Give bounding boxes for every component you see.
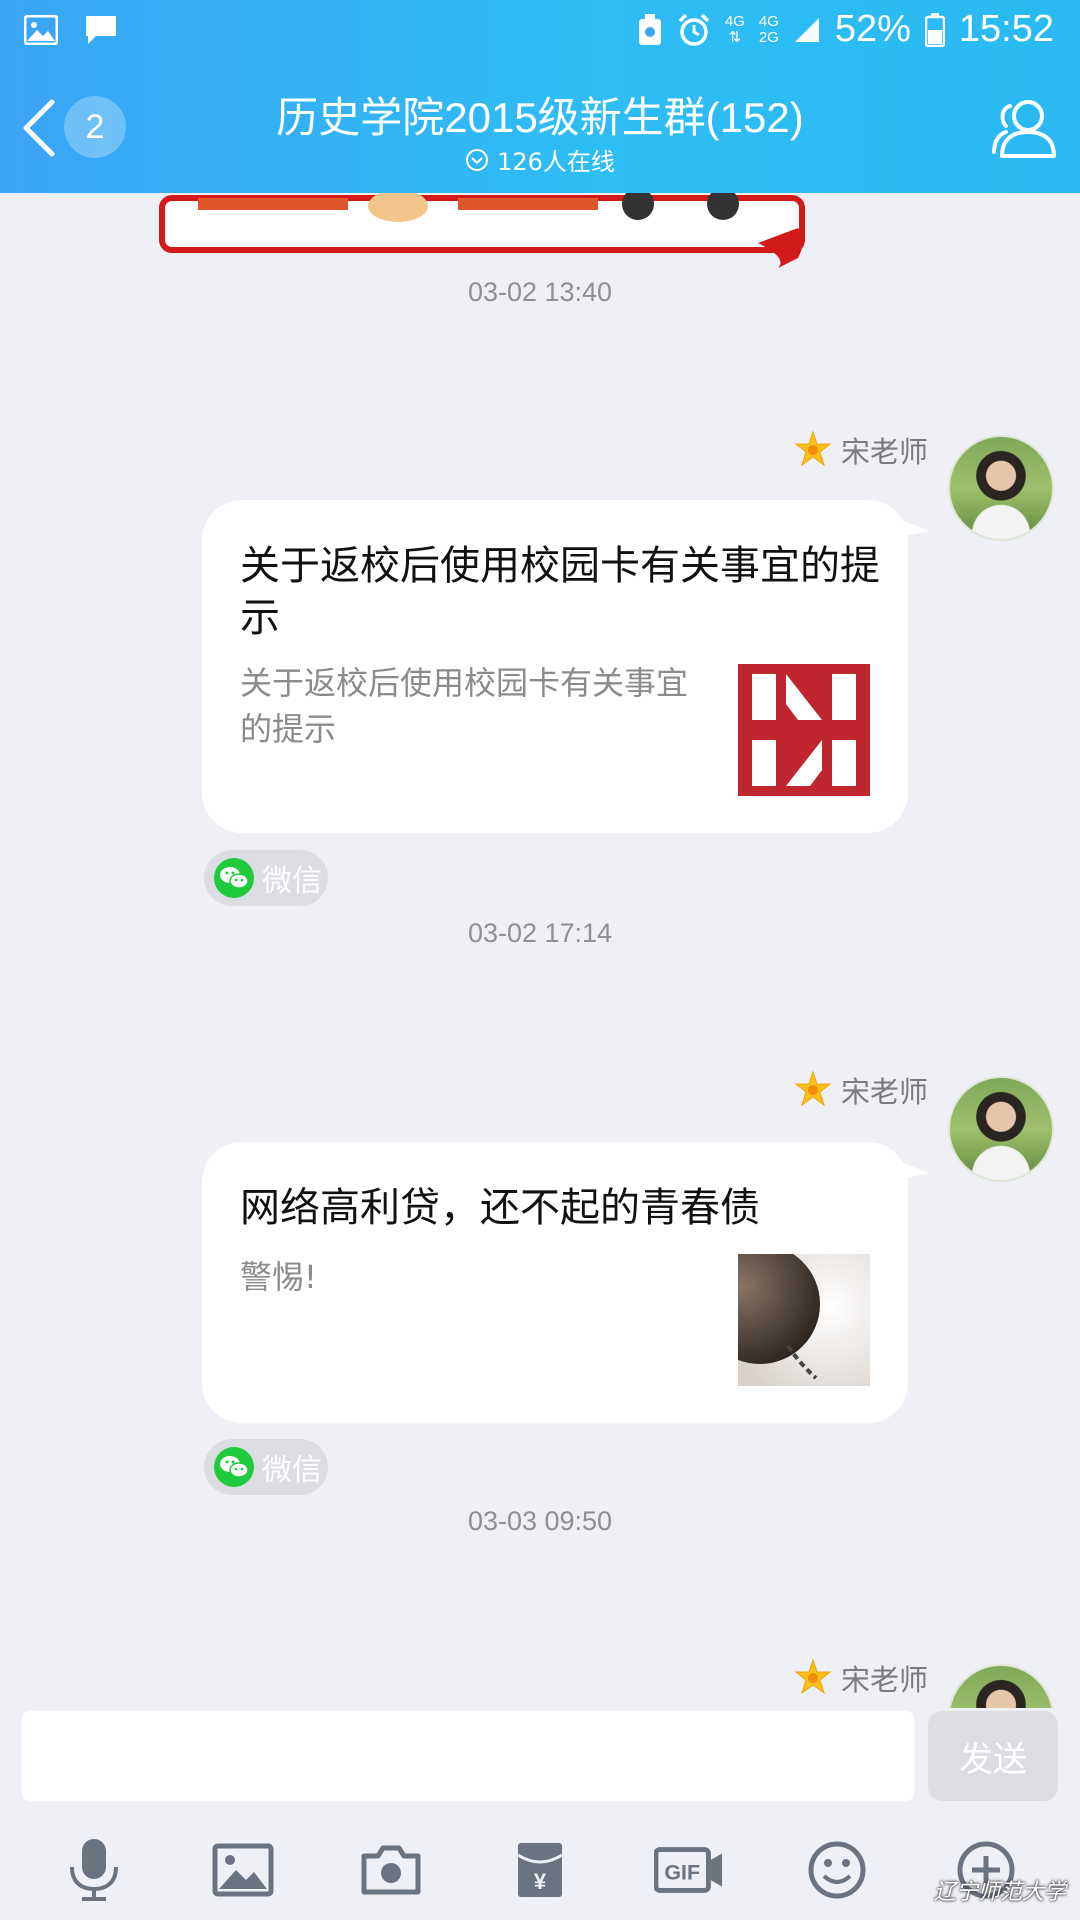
svg-text:GIF: GIF (664, 1861, 700, 1885)
signal-icon (794, 17, 819, 42)
network-label: 4G (758, 12, 779, 30)
unread-badge[interactable]: 2 (64, 96, 126, 158)
link-card-message[interactable]: 关于返校后使用校园卡有关事宜的提示 关于返校后使用校园卡有关事宜的提示 (202, 500, 930, 833)
sticker-image[interactable] (158, 193, 808, 283)
clock: 15:52 (958, 8, 1054, 50)
gallery-notification-icon (24, 15, 58, 45)
lnnu-logo-thumbnail (738, 664, 870, 796)
camera-icon[interactable] (356, 1835, 426, 1905)
source-badge[interactable]: 微信 (204, 1439, 328, 1495)
cleaner-status-icon (638, 13, 661, 45)
message-input[interactable] (22, 1711, 914, 1801)
mic-icon[interactable] (59, 1835, 129, 1905)
online-count: 126人在线 (497, 148, 615, 176)
avatar[interactable] (948, 1076, 1054, 1182)
group-members-icon[interactable] (990, 96, 1058, 160)
network-indicator-1: 4G ⇅ (724, 12, 745, 46)
avatar[interactable] (948, 435, 1054, 541)
link-card-title: 网络高利贷，还不起的青春债 (240, 1185, 760, 1231)
back-button[interactable] (18, 98, 58, 158)
sender-row: 宋老师 (793, 429, 928, 471)
bubble-tail (898, 513, 930, 537)
admin-star-icon (794, 1070, 832, 1107)
message-input-row: 发送 (0, 1708, 1080, 1808)
avatar[interactable] (948, 1664, 1054, 1708)
message-timestamp: 03-02 13:40 (467, 277, 613, 307)
source-label: 微信 (262, 864, 322, 899)
link-card-message[interactable]: 网络高利贷，还不起的青春债 警惕! (202, 1142, 930, 1423)
status-bar: 4G ⇅ 4G 2G 52% 15:52 (0, 0, 1080, 64)
red-packet-icon[interactable]: ¥ (505, 1835, 575, 1905)
network-label: 2G (758, 28, 779, 46)
source-label: 微信 (262, 1453, 322, 1488)
sender-name: 宋老师 (840, 1663, 928, 1697)
chevron-down-circle-icon (466, 148, 489, 171)
svg-text:¥: ¥ (534, 1869, 547, 1894)
image-icon[interactable] (208, 1835, 278, 1905)
admin-star-icon (794, 430, 832, 467)
send-button[interactable]: 发送 (928, 1711, 1058, 1801)
bubble-tail (898, 1155, 930, 1179)
link-card-description: 关于返校后使用校园卡有关事宜的提示 (240, 664, 689, 748)
network-arrows: ⇅ (728, 28, 742, 46)
battery-percent: 52% (834, 8, 911, 50)
ball-chain-thumbnail (738, 1254, 870, 1386)
admin-star-icon (794, 1658, 832, 1695)
chat-header: 4G ⇅ 4G 2G 52% 15:52 2 历史学院2015级新生群(152) (0, 0, 1080, 193)
link-card-title: 关于返校后使用校园卡有关事宜的提示 (240, 543, 880, 641)
sender-row: 宋老师 (793, 1657, 928, 1699)
watermark: 辽宁师范大学 (933, 1880, 1066, 1905)
sender-row: 宋老师 (793, 1069, 928, 1111)
battery-icon (924, 12, 945, 47)
chat-message-list[interactable]: 03-02 13:40 宋老师 关于返校后使用校园卡有关事宜的提示 关于返校后使… (0, 193, 1080, 1708)
message-notification-icon (86, 16, 116, 44)
lnnu-logo-icon (738, 664, 870, 796)
sender-name: 宋老师 (840, 1075, 928, 1109)
network-indicator-2: 4G 2G (758, 12, 779, 46)
input-toolbar: ¥ GIF (0, 1820, 1080, 1920)
gif-icon[interactable]: GIF (653, 1835, 724, 1905)
message-timestamp: 03-03 09:50 (467, 1506, 613, 1536)
wechat-icon (214, 1447, 254, 1487)
alarm-icon (678, 13, 710, 46)
online-status[interactable]: 126人在线 (380, 142, 700, 177)
network-label: 4G (724, 12, 745, 30)
sender-name: 宋老师 (840, 435, 928, 469)
link-card-description: 警惕! (240, 1258, 317, 1296)
wechat-icon (214, 858, 254, 898)
source-badge[interactable]: 微信 (204, 850, 328, 906)
message-timestamp: 03-02 17:14 (467, 918, 613, 948)
page-title[interactable]: 历史学院2015级新生群(152) (180, 84, 900, 145)
emoji-icon[interactable] (802, 1835, 872, 1905)
ball-chain-photo-icon (738, 1254, 870, 1386)
